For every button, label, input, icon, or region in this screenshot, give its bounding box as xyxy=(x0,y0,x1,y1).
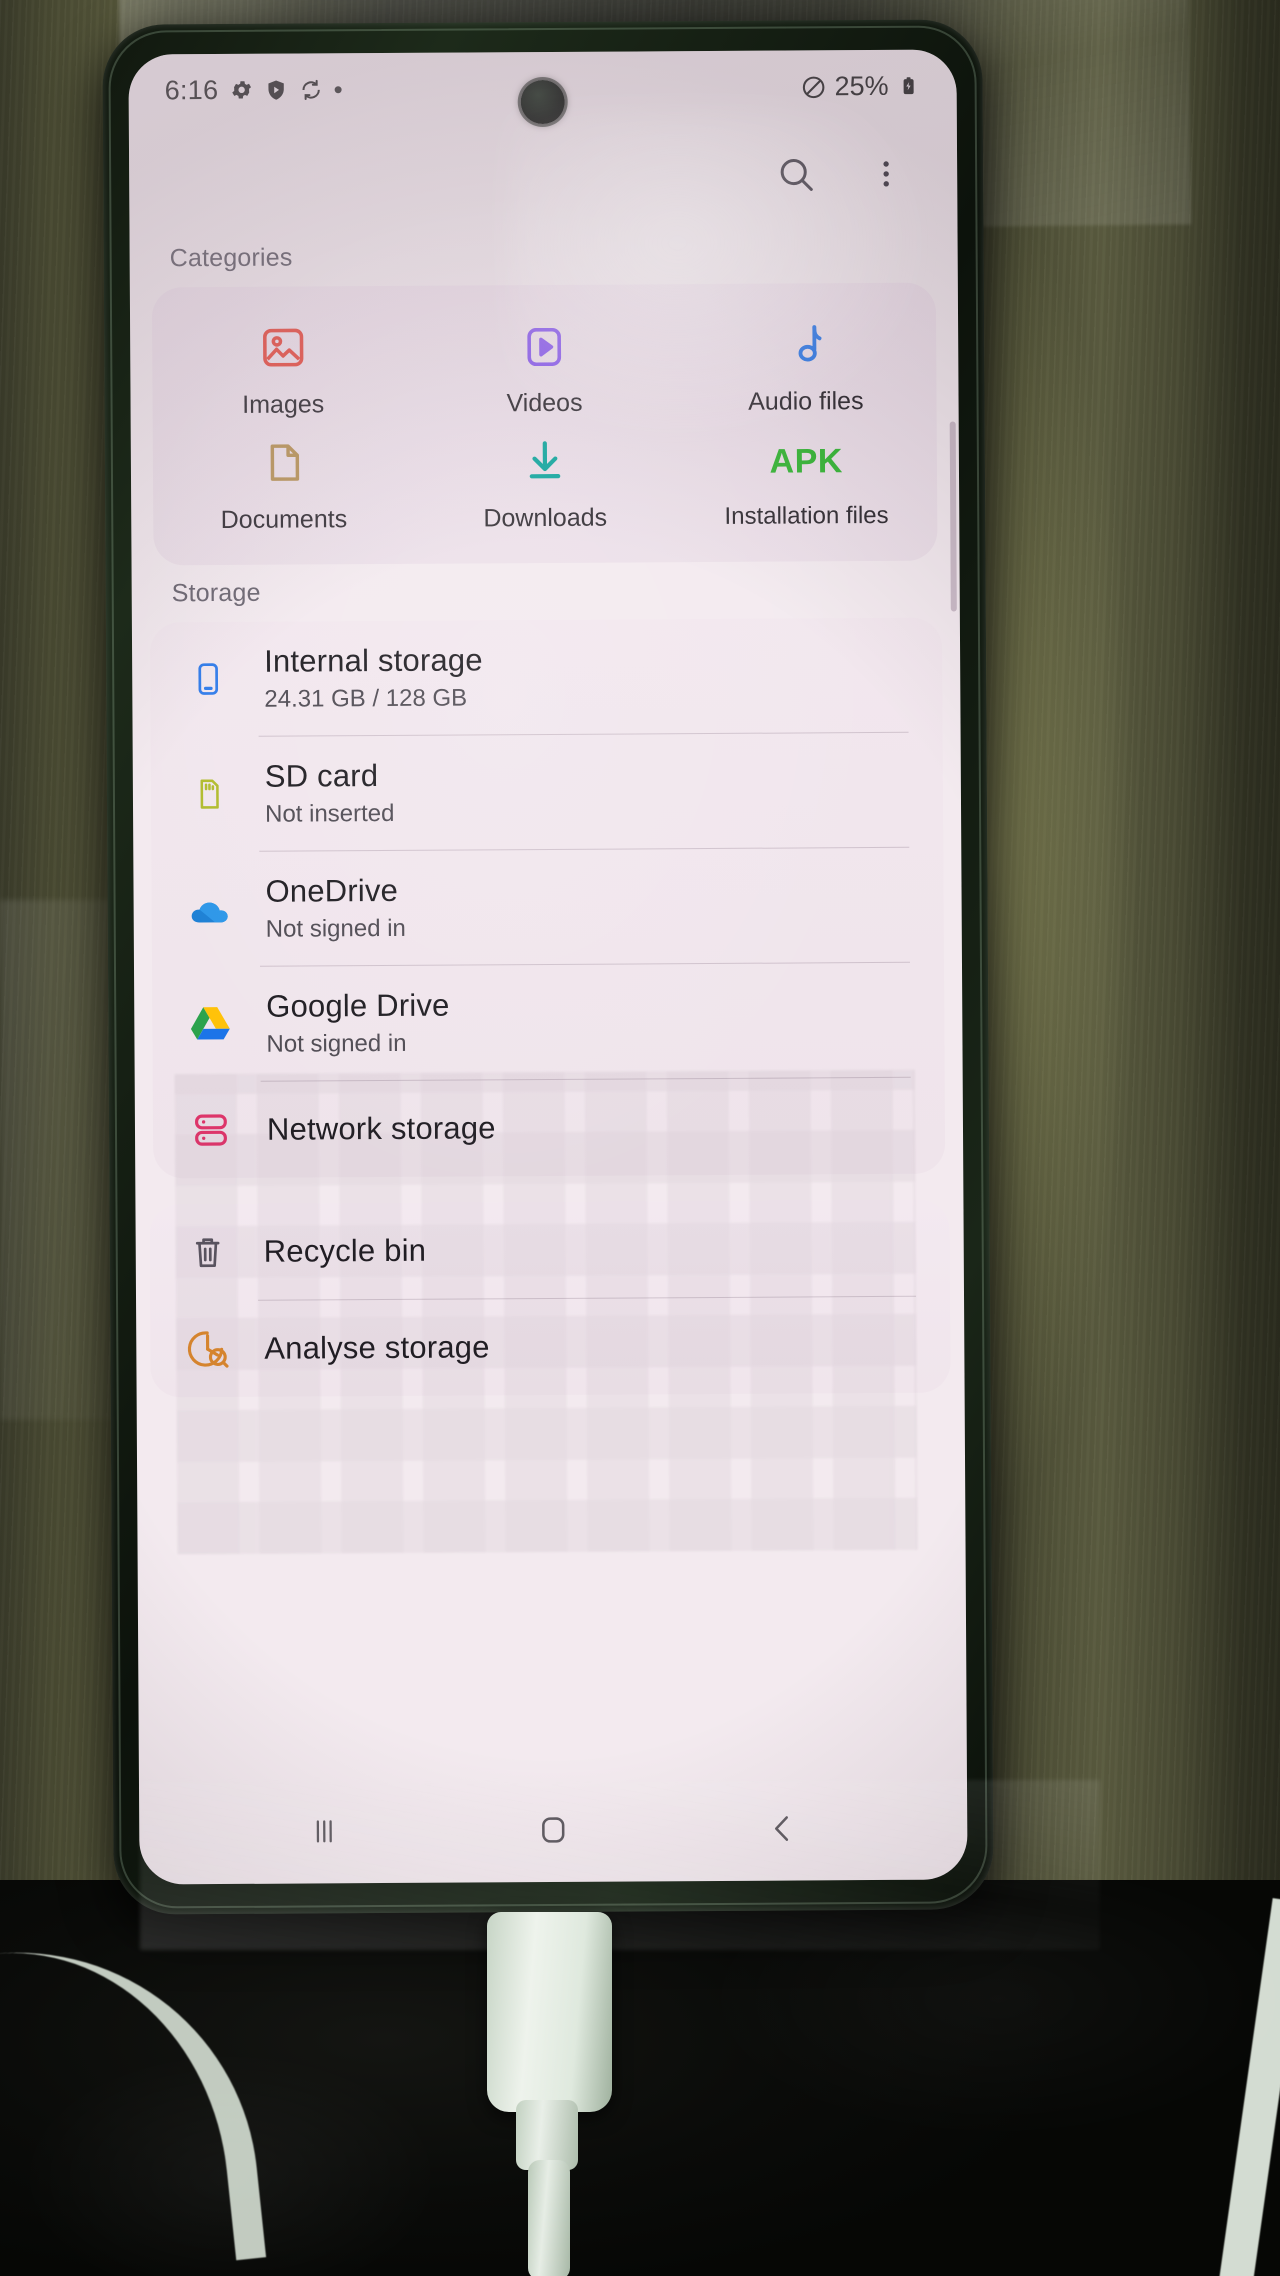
app-content: Categories Images Videos Audio files Doc… xyxy=(129,121,968,1884)
music-note-icon xyxy=(781,315,829,369)
phone-icon xyxy=(184,653,232,705)
category-installation-files[interactable]: APK Installation files xyxy=(675,420,937,537)
video-play-icon xyxy=(520,317,568,371)
storage-item-title: Google Drive xyxy=(266,987,450,1024)
category-downloads[interactable]: Downloads xyxy=(414,421,676,538)
extras-item-title: Recycle bin xyxy=(263,1232,427,1269)
category-label: Installation files xyxy=(724,501,889,530)
category-label: Images xyxy=(242,390,325,419)
do-not-disturb-icon xyxy=(801,74,825,99)
category-videos[interactable]: Videos xyxy=(413,306,675,423)
plastic-wrap-bottom xyxy=(140,1780,1100,1950)
usb-cable-plug xyxy=(487,1912,612,2112)
storage-item-text: Google Drive Not signed in xyxy=(266,988,450,1059)
storage-item-title: Internal storage xyxy=(264,642,483,679)
image-icon xyxy=(258,318,308,372)
storage-item-text: OneDrive Not signed in xyxy=(265,873,406,944)
storage-header: Storage xyxy=(171,578,261,608)
extras-item-text: Recycle bin xyxy=(264,1233,427,1270)
search-icon[interactable] xyxy=(773,151,819,197)
trash-icon xyxy=(184,1226,232,1278)
status-bar-right: 25% xyxy=(800,70,922,102)
storage-item-subtitle: Not signed in xyxy=(266,1029,407,1058)
photo-scene: 6:16 25% Categories Images Videos Audio … xyxy=(0,0,1280,2276)
storage-item-subtitle: 24.31 GB / 128 GB xyxy=(264,684,468,713)
category-audio-files[interactable]: Audio files xyxy=(675,305,937,422)
storage-item-google-drive[interactable]: Google Drive Not signed in xyxy=(152,963,945,1082)
storage-item-title: SD card xyxy=(264,758,379,794)
category-documents[interactable]: Documents xyxy=(153,423,415,540)
storage-item-text: Network storage xyxy=(267,1110,496,1147)
category-label: Audio files xyxy=(748,387,864,416)
sync-icon xyxy=(299,77,323,101)
storage-item-text: SD card Not inserted xyxy=(265,758,395,829)
storage-item-sd-card[interactable]: SD card Not inserted xyxy=(151,733,944,852)
app-toolbar xyxy=(129,121,958,230)
storage-analysis-icon xyxy=(184,1323,232,1375)
gear-icon xyxy=(229,78,253,102)
category-label: Videos xyxy=(506,388,583,418)
status-bar-clock: 6:16 xyxy=(164,74,219,105)
apk-glyph: APK xyxy=(769,442,844,481)
storage-item-internal-storage[interactable]: Internal storage 24.31 GB / 128 GB xyxy=(150,618,943,737)
server-stack-icon xyxy=(187,1104,235,1156)
storage-item-text: Internal storage 24.31 GB / 128 GB xyxy=(264,642,483,713)
storage-item-title: Network storage xyxy=(266,1110,496,1147)
download-icon xyxy=(521,432,569,486)
storage-card: Internal storage 24.31 GB / 128 GB SD ca… xyxy=(149,617,946,1179)
status-bar-left: 6:16 xyxy=(165,74,342,106)
smartphone-device: 6:16 25% Categories Images Videos Audio … xyxy=(102,19,994,1915)
categories-card: Images Videos Audio files Documents Down… xyxy=(151,282,938,566)
categories-row-1: Images Videos Audio files xyxy=(152,305,937,425)
vertical-scrollbar[interactable] xyxy=(949,421,957,612)
document-icon xyxy=(260,433,306,487)
category-label: Documents xyxy=(220,505,348,534)
extras-item-text: Analyse storage xyxy=(264,1329,490,1366)
google-drive-icon xyxy=(186,998,234,1050)
categories-row-2: Documents Downloads APK Installation fil… xyxy=(153,420,938,540)
storage-item-onedrive[interactable]: OneDrive Not signed in xyxy=(151,848,944,967)
battery-charging-icon xyxy=(899,74,923,98)
storage-item-subtitle: Not signed in xyxy=(265,914,406,943)
extras-card: Recycle bin Analyse storage xyxy=(149,1199,951,1398)
extras-item-analyse-storage[interactable]: Analyse storage xyxy=(150,1297,951,1398)
more-vertical-icon[interactable] xyxy=(863,151,909,197)
extras-item-title: Analyse storage xyxy=(264,1329,490,1366)
dot-icon xyxy=(334,85,342,93)
categories-header: Categories xyxy=(169,243,293,273)
sd-card-icon xyxy=(185,768,233,820)
onedrive-icon xyxy=(185,883,233,935)
storage-item-subtitle: Not inserted xyxy=(264,799,395,828)
category-images[interactable]: Images xyxy=(152,308,414,425)
category-label: Downloads xyxy=(483,503,608,533)
storage-item-title: OneDrive xyxy=(265,872,399,909)
shield-play-icon xyxy=(264,78,288,102)
apk-icon: APK xyxy=(769,430,843,484)
usb-cable-wire xyxy=(528,2160,570,2276)
battery-percent-label: 25% xyxy=(834,70,889,101)
front-camera-punch-hole xyxy=(520,79,565,125)
storage-item-network-storage[interactable]: Network storage xyxy=(153,1078,946,1179)
extras-item-recycle-bin[interactable]: Recycle bin xyxy=(149,1200,950,1301)
phone-screen: 6:16 25% Categories Images Videos Audio … xyxy=(128,49,968,1885)
